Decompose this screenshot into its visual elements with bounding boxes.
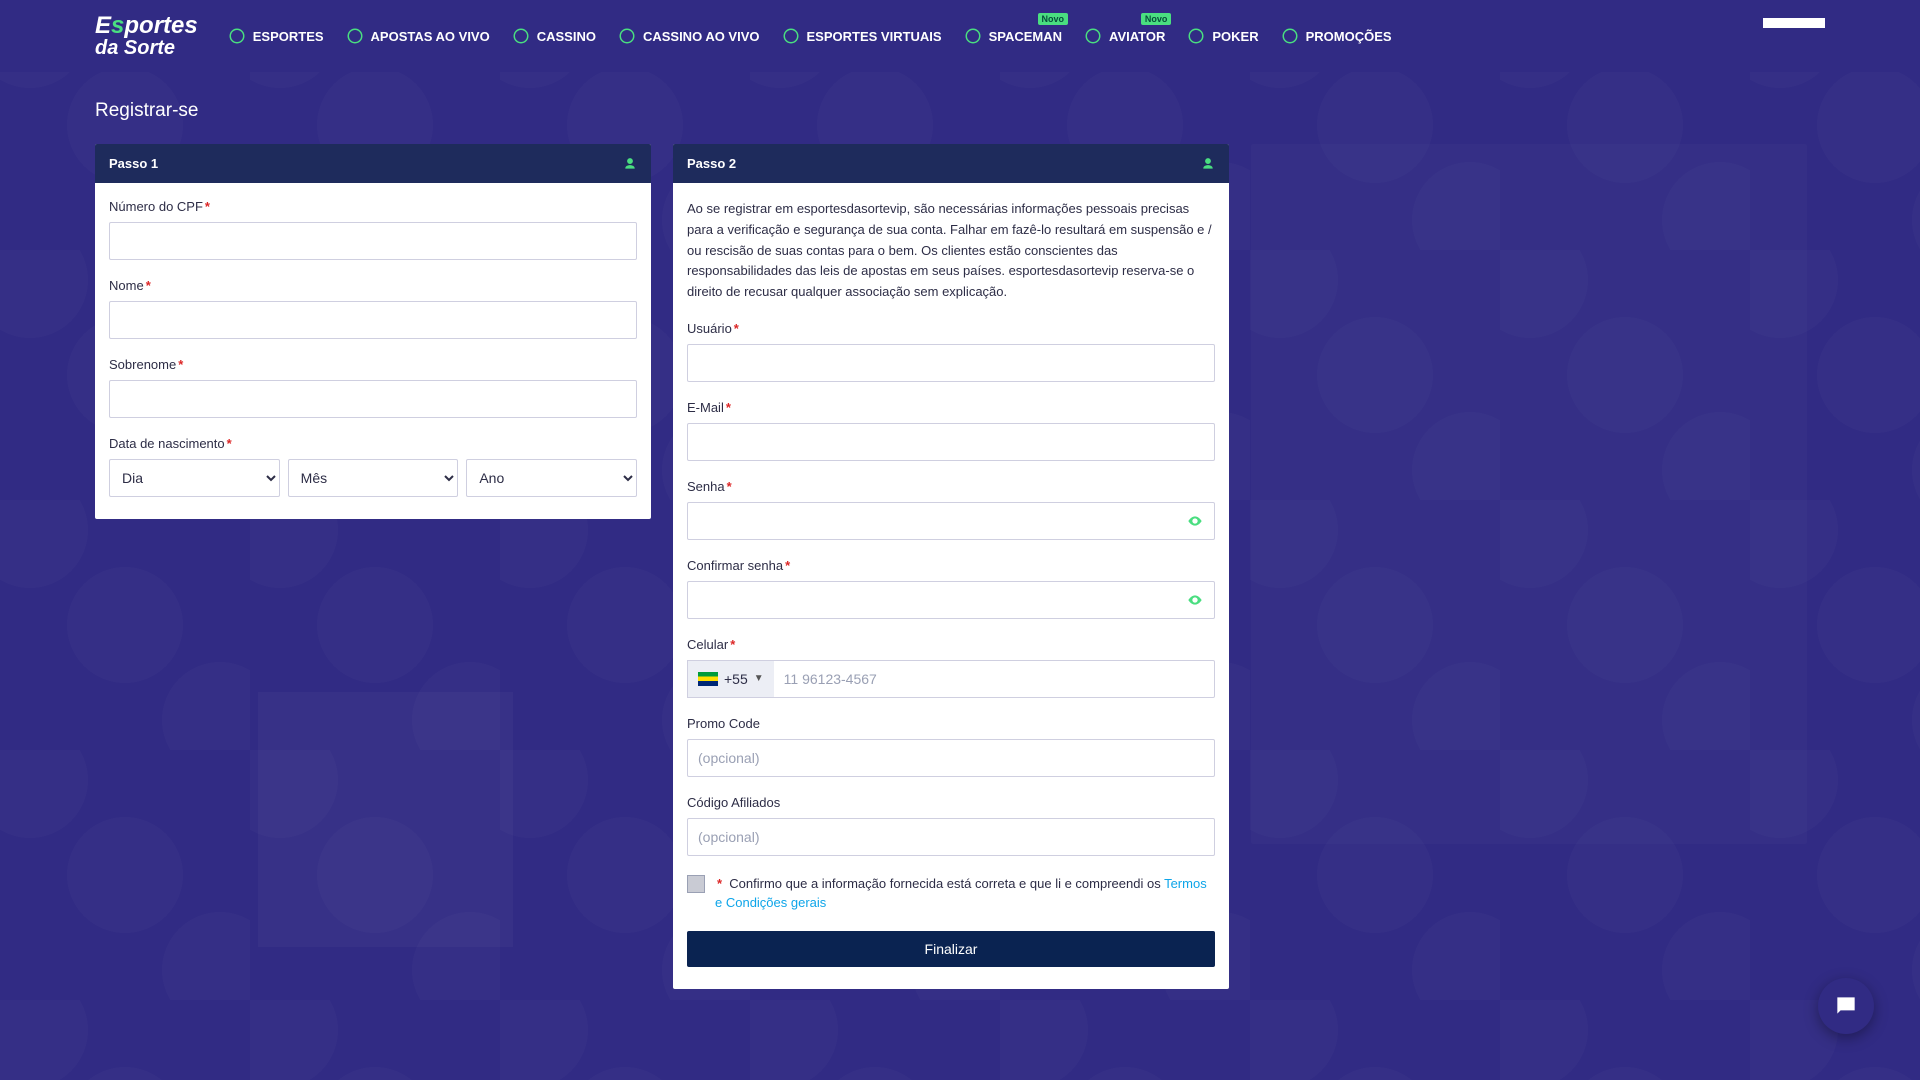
main-nav: ESPORTES APOSTAS AO VIVO CASSINO CASSINO AO… — [228, 27, 1392, 45]
confirm-row: * Confirmo que a informação fornecida es… — [687, 874, 1215, 913]
step1-title: Passo 1 — [109, 156, 158, 171]
field-promo: Promo Code — [687, 716, 1215, 777]
nav-item-cassino-ao-vivo[interactable]: CASSINO AO VIVO — [618, 27, 760, 45]
nav-label: POKER — [1212, 29, 1258, 44]
eye-icon[interactable] — [1187, 513, 1203, 529]
step1-card: Passo 1 Número do CPF* Nome* Sobrenome* — [95, 144, 651, 519]
dob-year-select[interactable]: Ano — [466, 459, 637, 497]
field-email: E-Mail* — [687, 400, 1215, 461]
side-promo-panel — [1251, 144, 1807, 844]
step1-header: Passo 1 — [95, 144, 651, 183]
nav-label: CASSINO AO VIVO — [643, 29, 760, 44]
intro-text: Ao se registrar em esportesdasortevip, s… — [687, 199, 1215, 303]
nav-label: PROMOÇÕES — [1306, 29, 1392, 44]
submit-button[interactable]: Finalizar — [687, 931, 1215, 967]
small-promo-box — [258, 692, 513, 947]
field-dob: Data de nascimento* Dia Mês Ano — [109, 436, 637, 497]
field-celular: Celular* +55 ▼ — [687, 637, 1215, 698]
sports-icon — [228, 27, 246, 45]
nav-label: SPACEMAN — [989, 29, 1062, 44]
nav-label: APOSTAS AO VIVO — [371, 29, 490, 44]
phone-prefix[interactable]: +55 ▼ — [687, 660, 774, 698]
flag-brazil-icon — [698, 672, 718, 686]
dob-label: Data de nascimento* — [109, 436, 637, 451]
page-title: Registrar-se — [95, 100, 1825, 122]
live-bets-icon — [346, 27, 364, 45]
nav-label: ESPORTES — [253, 29, 324, 44]
badge-novo: Novo — [1141, 13, 1172, 25]
casino-icon — [512, 27, 530, 45]
confirm-checkbox[interactable] — [687, 875, 705, 893]
celular-input[interactable] — [774, 660, 1215, 698]
nav-item-poker[interactable]: POKER — [1187, 27, 1258, 45]
brand-logo[interactable]: Esportes da Sorte — [95, 14, 198, 58]
conf-senha-input[interactable] — [687, 581, 1215, 619]
nav-item-apostas-ao-vivo[interactable]: APOSTAS AO VIVO — [346, 27, 490, 45]
conf-senha-label: Confirmar senha* — [687, 558, 1215, 573]
step2-title: Passo 2 — [687, 156, 736, 171]
nav-item-spaceman[interactable]: SPACEMANNovo — [964, 27, 1062, 45]
afiliados-label: Código Afiliados — [687, 795, 1215, 810]
live-casino-icon — [618, 27, 636, 45]
sobrenome-label: Sobrenome* — [109, 357, 637, 372]
logo-text-accent: s — [111, 12, 124, 39]
sobrenome-input[interactable] — [109, 380, 637, 418]
field-sobrenome: Sobrenome* — [109, 357, 637, 418]
nome-label: Nome* — [109, 278, 637, 293]
field-confirmar-senha: Confirmar senha* — [687, 558, 1215, 619]
step2-card: Passo 2 Ao se registrar em esportesdasor… — [673, 144, 1229, 989]
promo-label: Promo Code — [687, 716, 1215, 731]
badge-novo: Novo — [1038, 13, 1069, 25]
dob-day-select[interactable]: Dia — [109, 459, 280, 497]
spaceman-icon — [964, 27, 982, 45]
page: Registrar-se Passo 1 Número do CPF* Nome… — [0, 72, 1920, 1029]
usuario-input[interactable] — [687, 344, 1215, 382]
field-cpf: Número do CPF* — [109, 199, 637, 260]
senha-input[interactable] — [687, 502, 1215, 540]
senha-label: Senha* — [687, 479, 1215, 494]
confirm-text: Confirmo que a informação fornecida está… — [729, 876, 1164, 891]
header-right-box — [1763, 18, 1825, 28]
user-icon — [623, 157, 637, 171]
nav-item-esportes-virtuais[interactable]: ESPORTES VIRTUAIS — [782, 27, 942, 45]
email-input[interactable] — [687, 423, 1215, 461]
promotions-icon — [1281, 27, 1299, 45]
dob-month-select[interactable]: Mês — [288, 459, 459, 497]
user-icon — [1201, 157, 1215, 171]
poker-icon — [1187, 27, 1205, 45]
field-usuario: Usuário* — [687, 321, 1215, 382]
logo-text-post: portes — [124, 12, 197, 39]
nav-label: CASSINO — [537, 29, 596, 44]
step2-header: Passo 2 — [673, 144, 1229, 183]
nav-item-aviator[interactable]: AVIATORNovo — [1084, 27, 1165, 45]
nav-item-esportes[interactable]: ESPORTES — [228, 27, 324, 45]
nav-item-cassino[interactable]: CASSINO — [512, 27, 596, 45]
aviator-icon — [1084, 27, 1102, 45]
step2-body: Ao se registrar em esportesdasortevip, s… — [673, 183, 1229, 989]
celular-label: Celular* — [687, 637, 1215, 652]
header: Esportes da Sorte ESPORTES APOSTAS AO VIV… — [0, 0, 1920, 72]
field-nome: Nome* — [109, 278, 637, 339]
logo-text-pre: E — [95, 12, 111, 39]
nav-label: ESPORTES VIRTUAIS — [807, 29, 942, 44]
email-label: E-Mail* — [687, 400, 1215, 415]
nav-label: AVIATOR — [1109, 29, 1165, 44]
step1-body: Número do CPF* Nome* Sobrenome* Data de … — [95, 183, 651, 519]
nav-item-promoções[interactable]: PROMOÇÕES — [1281, 27, 1392, 45]
promo-input[interactable] — [687, 739, 1215, 777]
field-afiliados: Código Afiliados — [687, 795, 1215, 856]
usuario-label: Usuário* — [687, 321, 1215, 336]
cpf-input[interactable] — [109, 222, 637, 260]
eye-icon[interactable] — [1187, 592, 1203, 608]
chevron-down-icon: ▼ — [754, 673, 764, 684]
logo-text-line2: da Sorte — [95, 38, 198, 58]
nome-input[interactable] — [109, 301, 637, 339]
confirm-text-wrap: * Confirmo que a informação fornecida es… — [715, 874, 1215, 913]
cpf-label: Número do CPF* — [109, 199, 637, 214]
afiliados-input[interactable] — [687, 818, 1215, 856]
virtual-sports-icon — [782, 27, 800, 45]
field-senha: Senha* — [687, 479, 1215, 540]
phone-prefix-text: +55 — [724, 671, 748, 687]
